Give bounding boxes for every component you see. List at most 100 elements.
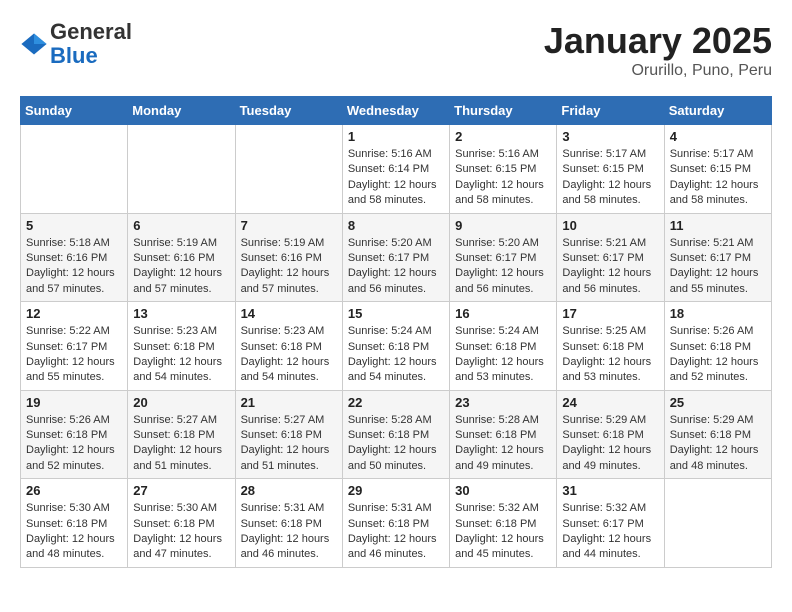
day-info: Sunrise: 5:31 AMSunset: 6:18 PMDaylight:… <box>348 501 444 563</box>
calendar-week-row: 19 Sunrise: 5:26 AMSunset: 6:18 PMDayligh… <box>21 390 772 479</box>
weekday-header: Sunday <box>21 97 128 125</box>
weekday-header: Wednesday <box>342 97 449 125</box>
day-info: Sunrise: 5:21 AMSunset: 6:17 PMDaylight:… <box>562 236 658 298</box>
day-info: Sunrise: 5:23 AMSunset: 6:18 PMDaylight:… <box>133 324 229 386</box>
day-info: Sunrise: 5:32 AMSunset: 6:17 PMDaylight:… <box>562 501 658 563</box>
day-info: Sunrise: 5:32 AMSunset: 6:18 PMDaylight:… <box>455 501 551 563</box>
day-number: 5 <box>26 218 122 233</box>
logo-icon <box>20 30 48 58</box>
day-info: Sunrise: 5:26 AMSunset: 6:18 PMDaylight:… <box>670 324 766 386</box>
day-info: Sunrise: 5:30 AMSunset: 6:18 PMDaylight:… <box>26 501 122 563</box>
day-number: 21 <box>241 395 337 410</box>
day-info: Sunrise: 5:25 AMSunset: 6:18 PMDaylight:… <box>562 324 658 386</box>
day-number: 29 <box>348 483 444 498</box>
day-number: 22 <box>348 395 444 410</box>
day-info: Sunrise: 5:30 AMSunset: 6:18 PMDaylight:… <box>133 501 229 563</box>
day-number: 9 <box>455 218 551 233</box>
day-number: 16 <box>455 306 551 321</box>
calendar-cell: 11Sunrise: 5:21 AMSunset: 6:17 PMDayligh… <box>664 213 771 302</box>
day-info: Sunrise: 5:29 AMSunset: 6:18 PMDaylight:… <box>562 413 658 475</box>
calendar-cell: 4 Sunrise: 5:17 AMSunset: 6:15 PMDaylight… <box>664 125 771 214</box>
day-number: 4 <box>670 129 766 144</box>
calendar-cell: 30 Sunrise: 5:32 AMSunset: 6:18 PMDayligh… <box>450 479 557 568</box>
day-number: 12 <box>26 306 122 321</box>
day-info: Sunrise: 5:29 AMSunset: 6:18 PMDaylight:… <box>670 413 766 475</box>
day-number: 2 <box>455 129 551 144</box>
calendar-cell: 17 Sunrise: 5:25 AMSunset: 6:18 PMDayligh… <box>557 302 664 391</box>
calendar-cell: 12 Sunrise: 5:22 AMSunset: 6:17 PMDayligh… <box>21 302 128 391</box>
day-info: Sunrise: 5:19 AMSunset: 6:16 PMDaylight:… <box>133 236 229 298</box>
weekday-header: Thursday <box>450 97 557 125</box>
calendar-cell: 19 Sunrise: 5:26 AMSunset: 6:18 PMDayligh… <box>21 390 128 479</box>
day-info: Sunrise: 5:17 AMSunset: 6:15 PMDaylight:… <box>670 147 766 209</box>
day-info: Sunrise: 5:28 AMSunset: 6:18 PMDaylight:… <box>348 413 444 475</box>
day-number: 11 <box>670 218 766 233</box>
day-info: Sunrise: 5:23 AMSunset: 6:18 PMDaylight:… <box>241 324 337 386</box>
day-info: Sunrise: 5:28 AMSunset: 6:18 PMDaylight:… <box>455 413 551 475</box>
calendar-cell: 14 Sunrise: 5:23 AMSunset: 6:18 PMDayligh… <box>235 302 342 391</box>
day-number: 14 <box>241 306 337 321</box>
day-number: 28 <box>241 483 337 498</box>
calendar-week-row: 1Sunrise: 5:16 AMSunset: 6:14 PMDaylight… <box>21 125 772 214</box>
day-info: Sunrise: 5:22 AMSunset: 6:17 PMDaylight:… <box>26 324 122 386</box>
day-number: 10 <box>562 218 658 233</box>
calendar-cell: 8Sunrise: 5:20 AMSunset: 6:17 PMDaylight… <box>342 213 449 302</box>
calendar-cell: 2 Sunrise: 5:16 AMSunset: 6:15 PMDaylight… <box>450 125 557 214</box>
day-number: 17 <box>562 306 658 321</box>
day-number: 18 <box>670 306 766 321</box>
logo: General Blue <box>20 20 132 68</box>
day-info: Sunrise: 5:26 AMSunset: 6:18 PMDaylight:… <box>26 413 122 475</box>
calendar-week-row: 12 Sunrise: 5:22 AMSunset: 6:17 PMDayligh… <box>21 302 772 391</box>
day-number: 23 <box>455 395 551 410</box>
calendar-header-row: SundayMondayTuesdayWednesdayThursdayFrid… <box>21 97 772 125</box>
calendar-cell <box>128 125 235 214</box>
calendar-cell: 1Sunrise: 5:16 AMSunset: 6:14 PMDaylight… <box>342 125 449 214</box>
day-info: Sunrise: 5:20 AMSunset: 6:17 PMDaylight:… <box>348 236 444 298</box>
day-info: Sunrise: 5:27 AMSunset: 6:18 PMDaylight:… <box>241 413 337 475</box>
logo-general-text: General <box>50 19 132 44</box>
weekday-header: Friday <box>557 97 664 125</box>
calendar-cell: 10 Sunrise: 5:21 AMSunset: 6:17 PMDayligh… <box>557 213 664 302</box>
calendar-cell: 20Sunrise: 5:27 AMSunset: 6:18 PMDayligh… <box>128 390 235 479</box>
day-number: 27 <box>133 483 229 498</box>
calendar-cell: 22 Sunrise: 5:28 AMSunset: 6:18 PMDayligh… <box>342 390 449 479</box>
day-number: 13 <box>133 306 229 321</box>
calendar-table: SundayMondayTuesdayWednesdayThursdayFrid… <box>20 96 772 568</box>
weekday-header: Tuesday <box>235 97 342 125</box>
logo-blue-text: Blue <box>50 43 98 68</box>
calendar-cell: 5 Sunrise: 5:18 AMSunset: 6:16 PMDaylight… <box>21 213 128 302</box>
calendar-cell <box>664 479 771 568</box>
page-header: General Blue January 2025 Orurillo, Puno… <box>20 20 772 80</box>
calendar-week-row: 5 Sunrise: 5:18 AMSunset: 6:16 PMDaylight… <box>21 213 772 302</box>
calendar-cell: 3 Sunrise: 5:17 AMSunset: 6:15 PMDaylight… <box>557 125 664 214</box>
calendar-cell: 15Sunrise: 5:24 AMSunset: 6:18 PMDayligh… <box>342 302 449 391</box>
day-number: 26 <box>26 483 122 498</box>
day-info: Sunrise: 5:16 AMSunset: 6:15 PMDaylight:… <box>455 147 551 209</box>
day-info: Sunrise: 5:19 AMSunset: 6:16 PMDaylight:… <box>241 236 337 298</box>
calendar-cell: 31 Sunrise: 5:32 AMSunset: 6:17 PMDayligh… <box>557 479 664 568</box>
day-info: Sunrise: 5:24 AMSunset: 6:18 PMDaylight:… <box>348 324 444 386</box>
day-info: Sunrise: 5:17 AMSunset: 6:15 PMDaylight:… <box>562 147 658 209</box>
month-title: January 2025 <box>544 20 772 62</box>
calendar-week-row: 26 Sunrise: 5:30 AMSunset: 6:18 PMDayligh… <box>21 479 772 568</box>
day-number: 19 <box>26 395 122 410</box>
day-number: 24 <box>562 395 658 410</box>
calendar-cell: 18 Sunrise: 5:26 AMSunset: 6:18 PMDayligh… <box>664 302 771 391</box>
day-info: Sunrise: 5:31 AMSunset: 6:18 PMDaylight:… <box>241 501 337 563</box>
day-number: 31 <box>562 483 658 498</box>
calendar-cell: 29 Sunrise: 5:31 AMSunset: 6:18 PMDayligh… <box>342 479 449 568</box>
day-number: 1 <box>348 129 444 144</box>
calendar-cell: 6 Sunrise: 5:19 AMSunset: 6:16 PMDaylight… <box>128 213 235 302</box>
day-number: 30 <box>455 483 551 498</box>
calendar-cell: 21 Sunrise: 5:27 AMSunset: 6:18 PMDayligh… <box>235 390 342 479</box>
calendar-cell: 27 Sunrise: 5:30 AMSunset: 6:18 PMDayligh… <box>128 479 235 568</box>
calendar-cell: 25Sunrise: 5:29 AMSunset: 6:18 PMDayligh… <box>664 390 771 479</box>
calendar-cell: 13 Sunrise: 5:23 AMSunset: 6:18 PMDayligh… <box>128 302 235 391</box>
day-info: Sunrise: 5:18 AMSunset: 6:16 PMDaylight:… <box>26 236 122 298</box>
calendar-cell: 24 Sunrise: 5:29 AMSunset: 6:18 PMDayligh… <box>557 390 664 479</box>
day-number: 6 <box>133 218 229 233</box>
calendar-cell: 16Sunrise: 5:24 AMSunset: 6:18 PMDayligh… <box>450 302 557 391</box>
day-number: 3 <box>562 129 658 144</box>
day-number: 7 <box>241 218 337 233</box>
calendar-cell: 7 Sunrise: 5:19 AMSunset: 6:16 PMDaylight… <box>235 213 342 302</box>
